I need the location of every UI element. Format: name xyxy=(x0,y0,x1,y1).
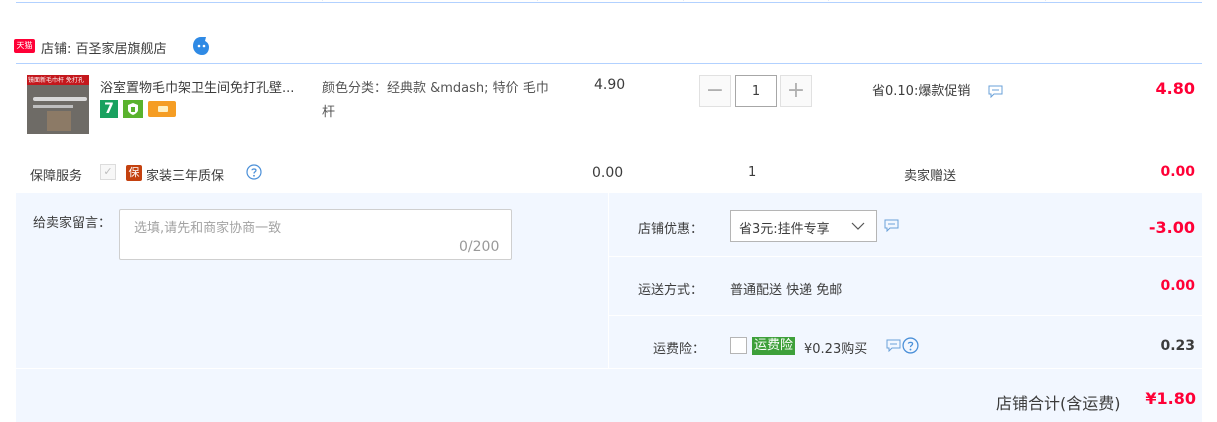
insurance-label: 运费险： xyxy=(653,342,706,357)
question-help-icon[interactable] xyxy=(246,164,262,180)
tmall-logo-icon: 天猫 xyxy=(14,39,35,53)
insurance-price: ¥0.23购买 xyxy=(804,342,868,357)
shipping-method: 普通配送 快递 免邮 xyxy=(730,283,843,298)
product-title-link[interactable]: 浴室置物毛巾架卫生间免打孔壁... xyxy=(100,77,315,96)
panel-divider xyxy=(609,315,1202,316)
service-price: 0.00 xyxy=(592,165,624,181)
coupon-comment-icon[interactable] xyxy=(884,219,899,232)
service-checkbox[interactable]: ✓ xyxy=(100,164,116,180)
service-gift-note: 卖家赠送 xyxy=(904,169,957,184)
shop-total-value: ¥1.80 xyxy=(1145,389,1196,408)
product-sku: 颜色分类：经典款 &mdash; 特价 毛巾杆 xyxy=(322,81,549,120)
coupon-label: 店铺优惠： xyxy=(638,222,704,237)
insurance-badge: 运费险 xyxy=(752,337,796,355)
product-thumbnail[interactable]: 镜面新毛巾杆 免打孔 xyxy=(27,75,89,134)
unit-price: 4.90 xyxy=(594,77,626,93)
shipping-label: 运送方式： xyxy=(638,283,704,298)
shop-total-label: 店铺合计(含运费) xyxy=(996,394,1121,413)
memo-label: 给卖家留言： xyxy=(33,216,112,231)
insurance-fee: 0.23 xyxy=(1160,338,1195,354)
seven-day-return-icon: 7 xyxy=(100,100,118,118)
warranty-badge-icon: 保 xyxy=(126,165,142,181)
item-subtotal: 4.80 xyxy=(1155,79,1195,98)
insurance-checkbox[interactable] xyxy=(730,337,747,354)
panel-divider xyxy=(16,368,1202,369)
promo-comment-icon[interactable] xyxy=(988,85,1003,98)
coupon-discount: -3.00 xyxy=(1148,218,1195,237)
panel-vertical-divider xyxy=(608,193,609,369)
insurance-help-icon[interactable] xyxy=(902,337,919,354)
memo-placeholder: 选填,请先和商家协商一致 xyxy=(134,221,282,236)
promotion-text: 省0.10:爆款促销 xyxy=(872,84,971,99)
quantity-increase-button[interactable]: + xyxy=(780,75,812,107)
wangwang-chat-icon[interactable] xyxy=(191,36,211,56)
service-subtotal: 0.00 xyxy=(1160,164,1195,180)
column-header-border xyxy=(16,0,1202,3)
shop-name-link[interactable]: 店铺: 百圣家居旗舰店 xyxy=(41,38,167,57)
quantity-decrease-button[interactable]: − xyxy=(699,75,731,107)
shop-divider xyxy=(16,63,1202,64)
guarantee-shield-icon xyxy=(123,100,143,118)
service-label: 保障服务 xyxy=(30,169,83,184)
chevron-down-icon xyxy=(851,222,865,230)
memo-char-count: 0/200 xyxy=(459,239,500,255)
panel-divider xyxy=(609,256,1202,257)
service-quantity: 1 xyxy=(748,165,757,180)
shipping-fee: 0.00 xyxy=(1160,278,1195,294)
coupon-selected-value: 省3元:挂件专享 xyxy=(739,222,830,237)
insurance-comment-icon[interactable] xyxy=(886,339,901,352)
quantity-input[interactable] xyxy=(735,75,777,107)
credit-card-icon xyxy=(148,101,176,117)
service-name: 家装三年质保 xyxy=(146,169,225,184)
